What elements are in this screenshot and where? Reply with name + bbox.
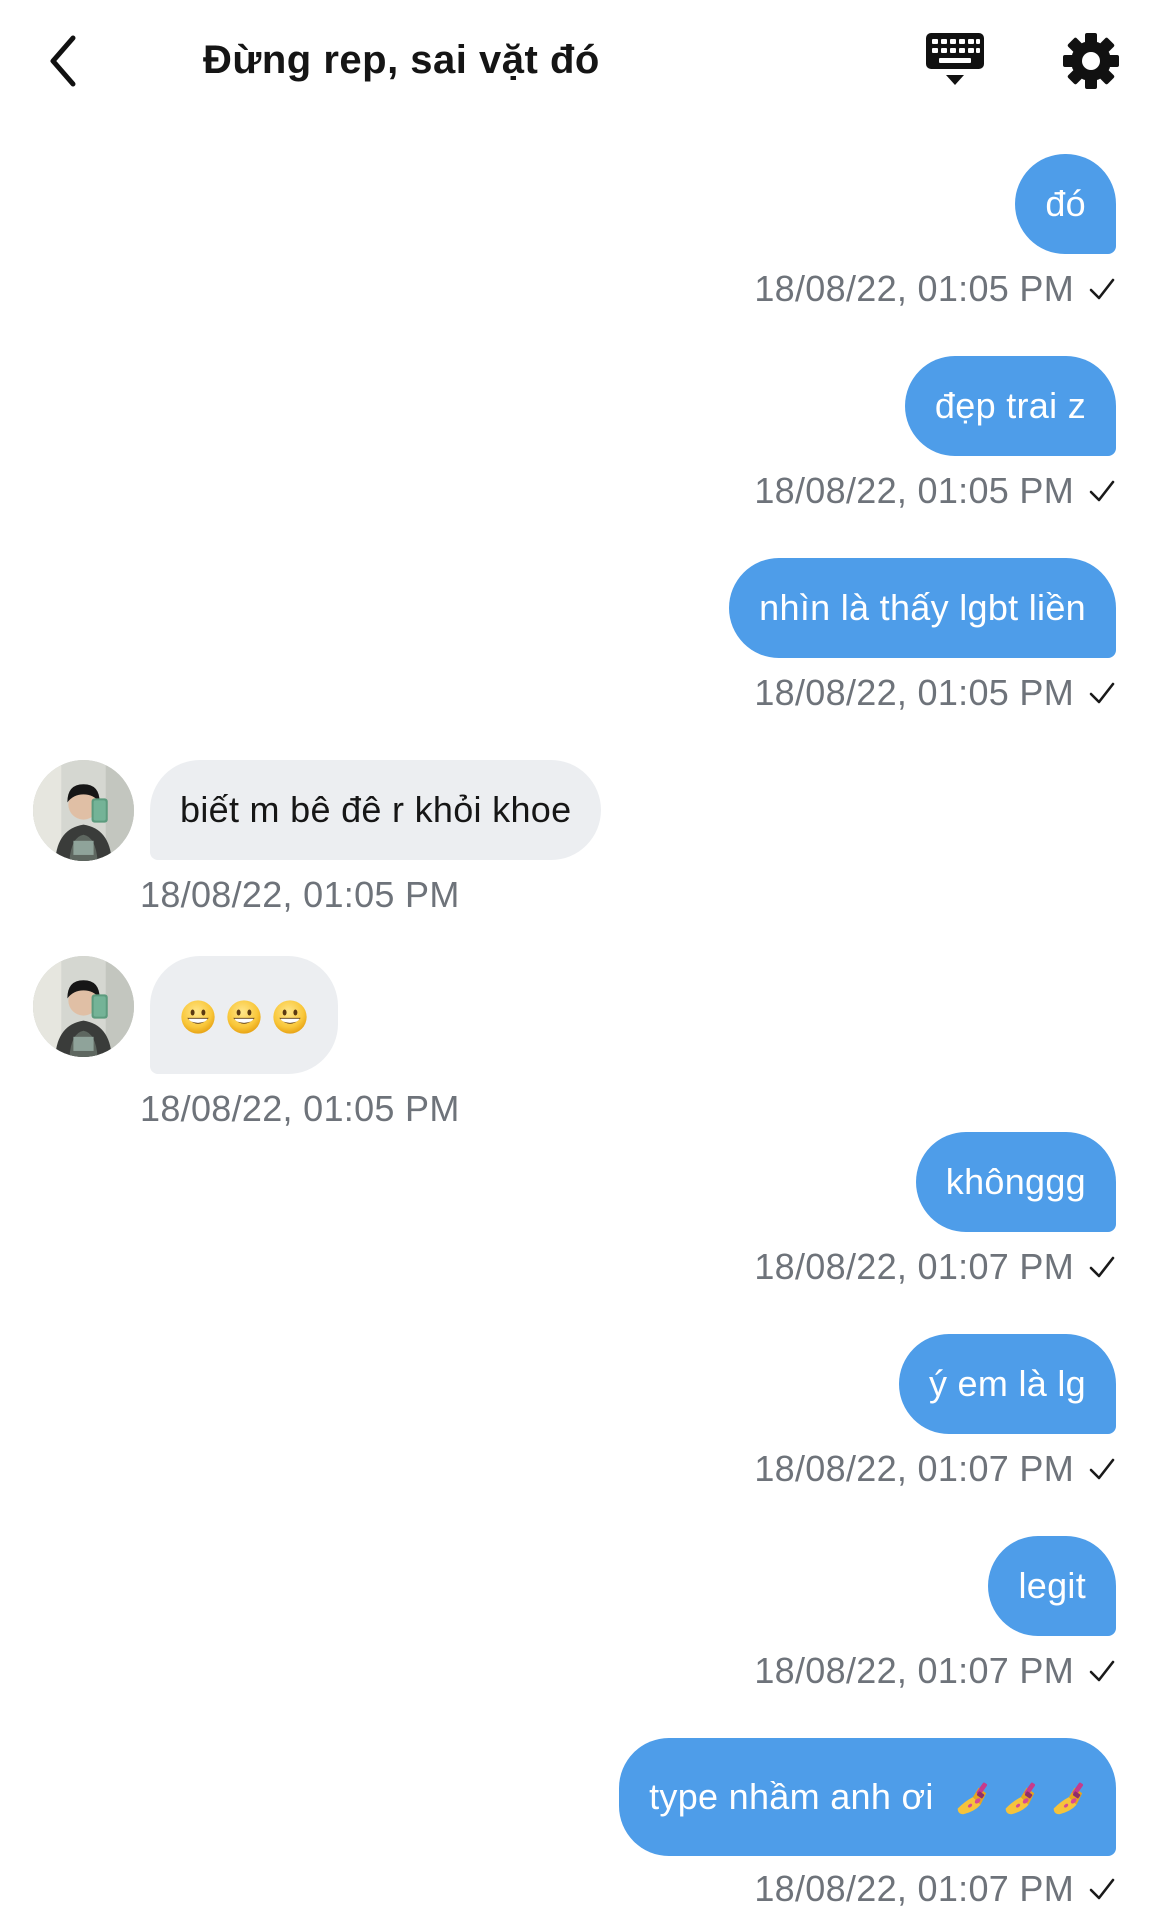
message-meta: 18/08/22, 01:05 PM <box>140 1086 460 1132</box>
message-timestamp: 18/08/22, 01:07 PM <box>754 1448 1074 1489</box>
keyboard-icon <box>926 33 984 85</box>
gear-icon <box>1063 33 1119 89</box>
message-list[interactable]: đó 18/08/22, 01:05 PM đẹp trai z 18/08/2… <box>0 125 1154 1920</box>
message-bubble[interactable]: ý em là lg <box>898 1334 1116 1434</box>
chat-title: Đừng rep, sai vặt đó <box>203 38 600 82</box>
keyboard-button[interactable] <box>922 28 988 94</box>
message-timestamp: 18/08/22, 01:05 PM <box>754 672 1074 713</box>
message-text: nhìn là thấy lgbt liền <box>759 587 1086 628</box>
sent-check-icon <box>1088 1253 1116 1281</box>
message-text: biết m bê đê r khỏi khoe <box>180 789 572 830</box>
sent-check-icon <box>1088 1875 1116 1903</box>
message-meta: 18/08/22, 01:05 PM <box>754 670 1116 716</box>
message-timestamp: 18/08/22, 01:05 PM <box>754 470 1074 511</box>
nail-polish-emoji <box>952 1780 990 1818</box>
message-meta: 18/08/22, 01:07 PM <box>754 1446 1116 1492</box>
message-bubble[interactable] <box>150 956 338 1074</box>
message-meta: 18/08/22, 01:07 PM <box>754 1648 1116 1694</box>
message-timestamp: 18/08/22, 01:05 PM <box>140 1088 460 1129</box>
message-meta: 18/08/22, 01:05 PM <box>754 468 1116 514</box>
message-timestamp: 18/08/22, 01:07 PM <box>754 1868 1074 1909</box>
chevron-left-icon <box>50 35 76 87</box>
message-bubble[interactable]: đó <box>1015 154 1116 254</box>
message-text: legit <box>1018 1565 1086 1606</box>
message-text: type nhầm anh ơi <box>649 1776 934 1817</box>
grinning-face-emoji <box>272 999 308 1035</box>
contact-avatar[interactable] <box>33 760 134 861</box>
message-bubble[interactable]: biết m bê đê r khỏi khoe <box>150 760 602 860</box>
message-meta: 18/08/22, 01:07 PM <box>754 1866 1116 1912</box>
message-bubble[interactable]: khônggg <box>915 1132 1116 1232</box>
back-button[interactable] <box>38 28 88 94</box>
message-timestamp: 18/08/22, 01:07 PM <box>754 1650 1074 1691</box>
contact-avatar[interactable] <box>33 956 134 1057</box>
grinning-face-emoji <box>226 999 262 1035</box>
sent-check-icon <box>1088 275 1116 303</box>
message-meta: 18/08/22, 01:07 PM <box>754 1244 1116 1290</box>
sent-check-icon <box>1088 679 1116 707</box>
sent-check-icon <box>1088 1657 1116 1685</box>
message-meta: 18/08/22, 01:05 PM <box>754 266 1116 312</box>
message-timestamp: 18/08/22, 01:05 PM <box>140 874 460 915</box>
message-bubble[interactable]: nhìn là thấy lgbt liền <box>729 558 1116 658</box>
message-text: ý em là lg <box>928 1363 1086 1404</box>
message-bubble[interactable]: đẹp trai z <box>904 356 1116 456</box>
grinning-face-emoji <box>180 999 216 1035</box>
message-text: khônggg <box>945 1161 1086 1202</box>
chat-header: Đừng rep, sai vặt đó <box>0 0 1154 125</box>
sent-check-icon <box>1088 477 1116 505</box>
settings-button[interactable] <box>1058 28 1124 94</box>
message-text: đó <box>1045 183 1086 224</box>
message-bubble[interactable]: legit <box>988 1536 1116 1636</box>
nail-polish-emoji <box>1048 1780 1086 1818</box>
message-meta: 18/08/22, 01:05 PM <box>140 872 460 918</box>
message-timestamp: 18/08/22, 01:07 PM <box>754 1246 1074 1287</box>
message-text: đẹp trai z <box>934 385 1086 426</box>
nail-polish-emoji <box>1000 1780 1038 1818</box>
message-bubble[interactable]: type nhầm anh ơi <box>619 1738 1116 1856</box>
sent-check-icon <box>1088 1455 1116 1483</box>
message-timestamp: 18/08/22, 01:05 PM <box>754 268 1074 309</box>
